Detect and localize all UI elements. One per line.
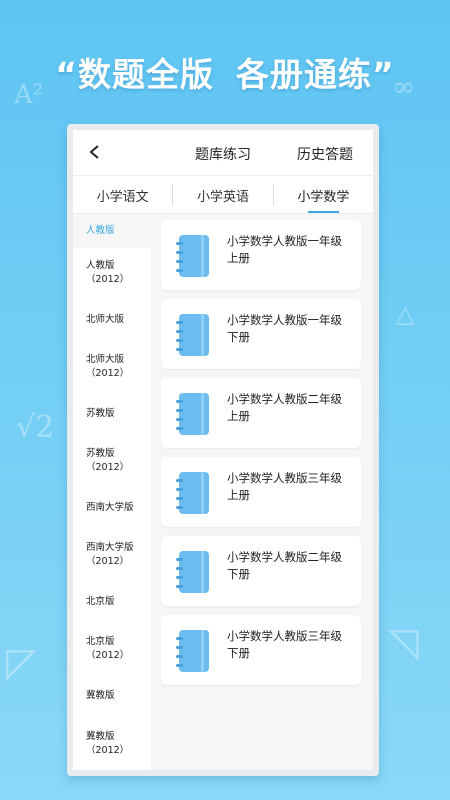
book-title: 小学数学人教版三年级上册 — [227, 471, 342, 502]
subject-tabs: 小学语文 小学英语 小学数学 — [73, 176, 373, 214]
chevron-left-icon — [89, 145, 99, 159]
book-title: 小学数学人教版二年级下册 — [227, 550, 342, 581]
sidebar-item-label: 苏教版 — [86, 448, 115, 459]
headline-left: “数题全版 — [55, 55, 214, 94]
tab-english[interactable]: 小学英语 — [173, 176, 272, 213]
sidebar-item-jijiao-2012[interactable]: 冀教版 （2012） — [73, 718, 151, 770]
sidebar-item-sujiao-2012[interactable]: 苏教版 （2012） — [73, 436, 151, 486]
book-title: 小学数学人教版三年级下册 — [227, 629, 342, 660]
notebook-icon — [176, 314, 209, 356]
back-button[interactable] — [83, 140, 107, 164]
headline: “数题全版 各册通练” — [0, 48, 450, 96]
background-doodle: √2 — [16, 410, 55, 445]
sidebar-item-swu[interactable]: 西南大学版 — [73, 486, 151, 530]
book-title: 小学数学人教版二年级上册 — [227, 392, 342, 423]
sidebar-item-label: 冀教版 — [86, 690, 115, 701]
sidebar-item-pep[interactable]: 人教版 — [73, 214, 151, 248]
book-list: 小学数学人教版一年级上册 小学数学人教版一年级下册 小学数学人教版二年级上册 小… — [151, 214, 373, 770]
sidebar-item-bnu-2012[interactable]: 北师大版 （2012） — [73, 342, 151, 392]
phone-frame: 题库练习 历史答题 小学语文 小学英语 小学数学 人教版 人教版 （2012） … — [67, 124, 379, 776]
background-doodle: △ — [396, 300, 415, 328]
sidebar-item-label: 冀教版 — [86, 731, 115, 742]
sidebar-item-sujiao[interactable]: 苏教版 — [73, 392, 151, 436]
sidebar-item-label: 苏教版 — [86, 408, 115, 419]
book-card[interactable]: 小学数学人教版一年级上册 — [161, 220, 361, 290]
notebook-icon — [176, 235, 209, 277]
sidebar-item-sublabel: （2012） — [86, 462, 130, 473]
sidebar-item-label: 北师大版 — [86, 354, 125, 365]
sidebar-item-sublabel: （2012） — [86, 274, 130, 285]
sidebar-item-label: 北师大版 — [86, 314, 125, 325]
book-card[interactable]: 小学数学人教版一年级下册 — [161, 299, 361, 369]
sidebar-item-swu-2012[interactable]: 西南大学版 （2012） — [73, 530, 151, 580]
book-card[interactable]: 小学数学人教版三年级下册 — [161, 615, 361, 685]
notebook-icon — [176, 472, 209, 514]
book-card[interactable]: 小学数学人教版二年级下册 — [161, 536, 361, 606]
tab-chinese[interactable]: 小学语文 — [73, 176, 172, 213]
top-bar: 题库练习 历史答题 — [73, 130, 373, 176]
notebook-icon — [176, 393, 209, 435]
sidebar-item-label: 北京版 — [86, 596, 115, 607]
sidebar-item-label: 西南大学版 — [86, 502, 134, 513]
sidebar-item-jijiao[interactable]: 冀教版 — [73, 674, 151, 718]
book-title: 小学数学人教版一年级上册 — [227, 234, 342, 265]
background-doodle: ◸ — [6, 640, 37, 686]
background-doodle: ◹ — [388, 620, 419, 666]
headline-right: 各册通练” — [236, 55, 395, 94]
sidebar-item-label: 人教版 — [86, 225, 115, 236]
notebook-icon — [176, 551, 209, 593]
notebook-icon — [176, 630, 209, 672]
sidebar-item-sublabel: （2012） — [86, 556, 130, 567]
sidebar-item-sublabel: （2012） — [86, 745, 130, 756]
sidebar-item-label: 西南大学版 — [86, 542, 134, 553]
sidebar-item-label: 北京版 — [86, 636, 115, 647]
content-area: 人教版 人教版 （2012） 北师大版 北师大版 （2012） 苏教版 苏教版 … — [73, 214, 373, 770]
sidebar-item-beijing[interactable]: 北京版 — [73, 580, 151, 624]
sidebar-item-beijing-2012[interactable]: 北京版 （2012） — [73, 624, 151, 674]
sidebar-item-sublabel: （2012） — [86, 650, 130, 661]
book-card[interactable]: 小学数学人教版二年级上册 — [161, 378, 361, 448]
sidebar-item-bnu[interactable]: 北师大版 — [73, 298, 151, 342]
sidebar-item-label: 人教版 — [86, 260, 115, 271]
book-title: 小学数学人教版一年级下册 — [227, 313, 342, 344]
tab-math[interactable]: 小学数学 — [274, 176, 373, 213]
sidebar-item-pep-2012[interactable]: 人教版 （2012） — [73, 248, 151, 298]
sidebar-item-sublabel: （2012） — [86, 368, 130, 379]
history-button[interactable]: 历史答题 — [297, 144, 353, 164]
edition-sidebar: 人教版 人教版 （2012） 北师大版 北师大版 （2012） 苏教版 苏教版 … — [73, 214, 151, 770]
book-card[interactable]: 小学数学人教版三年级上册 — [161, 457, 361, 527]
